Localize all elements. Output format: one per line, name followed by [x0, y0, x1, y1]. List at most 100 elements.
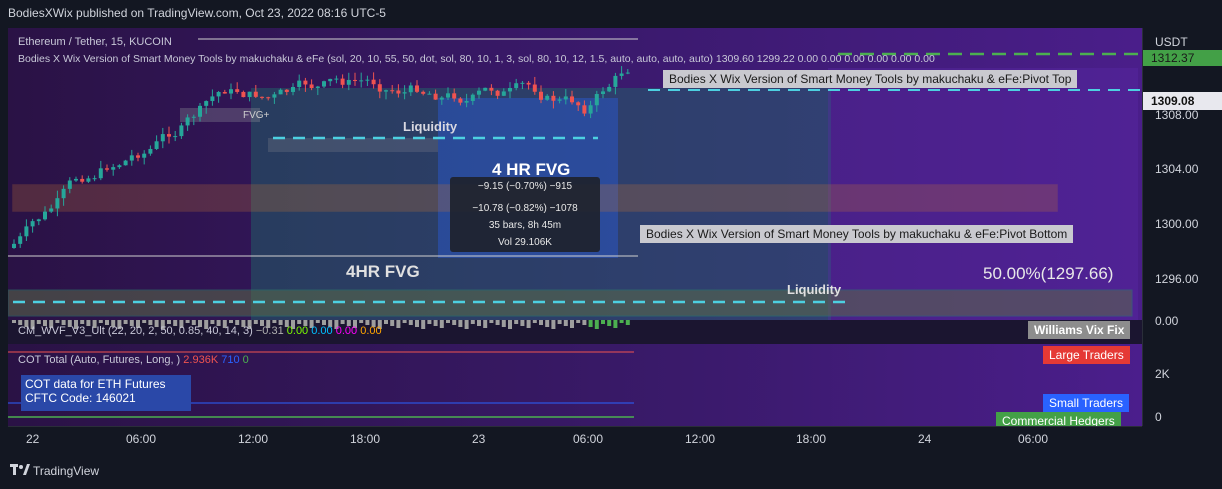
candle-body — [74, 178, 78, 181]
candle-body — [160, 134, 165, 142]
wvf-bar — [582, 320, 587, 325]
price-tick-4: 1296.00 — [1155, 272, 1199, 286]
publish-line: BodiesXWix published on TradingView.com,… — [8, 6, 386, 20]
candle-body — [179, 125, 184, 137]
candle-body — [30, 221, 35, 227]
candle-body — [489, 87, 494, 91]
wvf-bar — [123, 320, 128, 324]
cot-value-1: 2.936K — [183, 354, 219, 366]
cot-legend-title: COT Total (Auto, Futures, Long, ) — [18, 354, 181, 366]
candle-body — [154, 141, 159, 149]
time-label-8: 18:00 — [796, 432, 827, 446]
candle-body — [117, 165, 122, 168]
candle-body — [396, 90, 401, 94]
candle-body — [24, 226, 29, 237]
candle-body — [371, 79, 376, 85]
symbol-legend[interactable]: Ethereum / Tether, 15, KUCOIN — [18, 36, 172, 48]
wvf-bar — [253, 320, 258, 324]
candle-body — [526, 82, 531, 85]
wvf-bar — [613, 320, 618, 328]
wvf-bar — [396, 320, 401, 328]
candle-body — [439, 97, 444, 100]
tooltip-line-3: 35 bars, 8h 45m — [488, 220, 562, 231]
candle-body — [576, 102, 581, 106]
candle-body — [142, 153, 147, 158]
price-tick-2: 1304.00 — [1155, 162, 1199, 176]
candle-body — [415, 85, 419, 92]
pivot-top-tag: Bodies X Wix Version of Smart Money Tool… — [663, 70, 1078, 88]
cot-info-line-1: COT data for ETH Futures — [25, 377, 166, 391]
candle-body — [272, 94, 277, 98]
wvf-bar — [340, 320, 345, 324]
candle-body — [334, 78, 339, 80]
publish-bar: BodiesXWix published on TradingView.com,… — [0, 0, 1222, 28]
wvf-bar — [433, 320, 438, 326]
fib-level-label: 50.00%(1297.66) — [983, 264, 1114, 283]
candle-body — [260, 96, 264, 98]
candle-body — [384, 90, 388, 92]
price-tick-1: 1308.00 — [1155, 108, 1199, 122]
candle-body — [284, 89, 289, 92]
wvf-legend[interactable]: CM_WVF_V3_Ult (22, 20, 2, 50, 0.85, 40, … — [18, 325, 382, 337]
wvf-bar — [390, 320, 395, 326]
time-label-2: 06:00 — [126, 432, 157, 446]
wvf-bar — [55, 320, 60, 323]
wvf-value-1: −0.31 — [255, 325, 284, 337]
price-axis[interactable]: USDT 1312.37 1309.08 1308.00 1304.00 130… — [1142, 28, 1222, 426]
candle-body — [61, 188, 66, 199]
candle-body — [229, 89, 233, 94]
candle-body — [402, 92, 407, 94]
time-label-6: 06:00 — [573, 432, 604, 446]
wvf-value-5: 0.00 — [360, 325, 382, 337]
candle-body — [204, 101, 209, 106]
candle-body — [446, 93, 450, 98]
wvf-legend-title: CM_WVF_V3_Ult (22, 20, 2, 50, 0.85, 40, … — [18, 325, 253, 337]
cot-tick-0: 0 — [1155, 410, 1162, 424]
wvf-bar — [483, 320, 488, 328]
footer-brand: TradingView — [33, 464, 100, 478]
time-axis[interactable]: 22 06:00 12:00 18:00 23 06:00 12:00 18:0… — [8, 426, 1142, 453]
candle-body — [129, 155, 134, 161]
candle-body — [365, 79, 370, 81]
candle-body — [235, 89, 240, 92]
candle-body — [12, 243, 16, 248]
commercial-hedgers-tag: Commercial Hedgers — [996, 412, 1121, 426]
wvf-bar — [588, 320, 593, 327]
candle-body — [501, 91, 506, 96]
wvf-bar — [446, 320, 450, 323]
cot-pane[interactable]: COT Total (Auto, Futures, Long, ) 2.936K… — [8, 344, 1142, 426]
candle-body — [607, 86, 612, 92]
candle-body — [613, 75, 618, 87]
candle-body — [421, 91, 426, 94]
candle-body — [210, 96, 215, 102]
candle-body — [563, 96, 568, 100]
candle-body — [433, 93, 438, 100]
wvf-bar — [545, 320, 550, 327]
main-chart[interactable]: Ethereum / Tether, 15, KUCOIN Bodies X W… — [8, 28, 1142, 320]
wvf-bar — [142, 320, 147, 323]
wvf-bar — [185, 320, 190, 323]
candle-body — [241, 91, 246, 98]
time-label-7: 12:00 — [685, 432, 716, 446]
candle-body — [222, 91, 227, 94]
wvf-bar — [408, 320, 413, 325]
tooltip-line-1: −9.15 (−0.70%) −915 — [477, 181, 573, 192]
wvf-bar — [508, 320, 512, 329]
tradingview-logo-icon — [10, 464, 30, 475]
wvf-pane[interactable]: CM_WVF_V3_Ult (22, 20, 2, 50, 0.85, 40, … — [8, 320, 1142, 344]
cot-legend[interactable]: COT Total (Auto, Futures, Long, ) 2.936K… — [18, 354, 249, 366]
liquidity-label-top: Liquidity — [403, 119, 458, 134]
indicator-legend[interactable]: Bodies X Wix Version of Smart Money Tool… — [18, 53, 935, 65]
wvf-bar — [619, 320, 624, 323]
candle-body — [539, 91, 543, 100]
wvf-axis-zero: 0.00 — [1155, 314, 1179, 328]
currency-label: USDT — [1155, 35, 1188, 49]
wvf-bar — [315, 320, 320, 323]
wvf-bar — [12, 320, 16, 323]
wvf-bar — [607, 320, 612, 326]
large-traders-tag: Large Traders — [1043, 346, 1130, 364]
wvf-value-3: 0.00 — [311, 325, 333, 337]
top-price-tag: 1312.37 — [1143, 50, 1222, 66]
candle-body — [43, 211, 47, 220]
footer: TradingView — [0, 452, 1222, 489]
